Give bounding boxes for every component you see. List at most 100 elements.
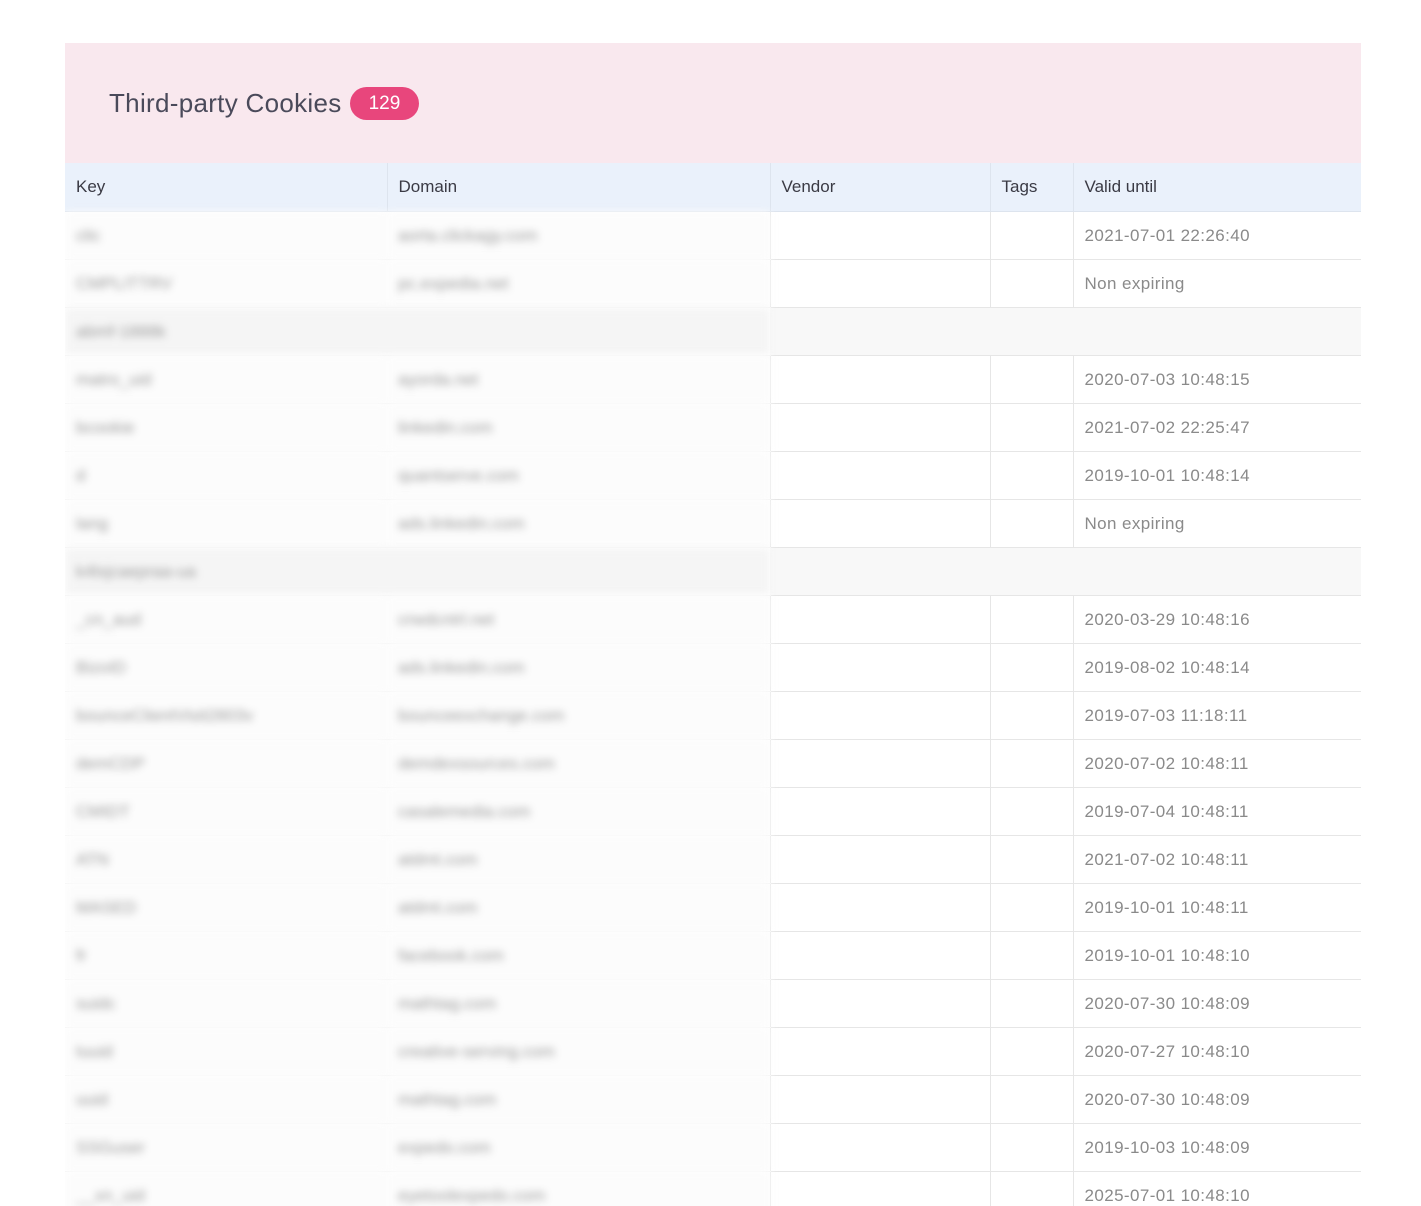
cookie-vendor-cell [769, 259, 990, 308]
cookie-key-cell: CMPLITTRV [65, 259, 387, 308]
cookie-valid-until-cell: 2020-03-29 10:48:16 [1072, 595, 1361, 644]
cookie-tags-cell [989, 499, 1073, 548]
cookie-vendor-cell [769, 931, 990, 980]
panel-header: Third-party Cookies 129 [65, 43, 1361, 163]
cookie-tags-cell [989, 451, 1073, 500]
table-row[interactable]: bounceClientVisit2803v bounceexchange.com… [65, 691, 1361, 740]
cookie-tags-cell [989, 835, 1073, 884]
cookie-valid-until-cell: 2019-08-02 10:48:14 [1072, 643, 1361, 692]
cookie-key-cell: uuid [65, 1075, 387, 1124]
cookie-tags-cell [989, 691, 1073, 740]
cookie-tags-cell [989, 979, 1073, 1028]
cookie-key-cell: MASED [65, 883, 387, 932]
cookie-vendor-cell [769, 643, 990, 692]
cookie-key-cell: ATN [65, 835, 387, 884]
table-row[interactable]: matro_uid ayorda.net 2020-07-03 10:48:15 [65, 355, 1361, 404]
cookie-valid-until-cell: 2025-07-01 10:48:10 [1072, 1171, 1361, 1206]
cookie-valid-until-cell: 2019-10-01 10:48:11 [1072, 883, 1361, 932]
cookie-valid-until-cell: Non expiring [1072, 259, 1361, 308]
cookie-key-cell: bounceClientVisit2803v [65, 691, 387, 740]
cookie-key-cell: demCDP [65, 739, 387, 788]
cookie-vendor-cell [769, 1123, 990, 1172]
cookie-vendor-cell [769, 499, 990, 548]
cookie-key-cell: SSGuser [65, 1123, 387, 1172]
cookie-domain-cell: facebook.com [387, 931, 770, 980]
cookie-valid-until-cell: 2021-07-02 22:25:47 [1072, 403, 1361, 452]
cookie-valid-until-cell: 2020-07-27 10:48:10 [1072, 1027, 1361, 1076]
cookie-vendor-cell [769, 979, 990, 1028]
column-header-tags[interactable]: Tags [990, 163, 1074, 212]
cookie-tags-cell [989, 259, 1073, 308]
cookie-key-cell: d [65, 451, 387, 500]
cookie-vendor-cell [769, 835, 990, 884]
group-row-spacer [770, 547, 1361, 596]
cookie-valid-until-cell: 2020-07-02 10:48:11 [1072, 739, 1361, 788]
table-row[interactable]: clic aorta.clickagy.com 2021-07-01 22:26:4… [65, 211, 1361, 260]
column-header-domain[interactable]: Domain [387, 163, 771, 212]
cookie-domain-cell: linkedin.com [387, 403, 770, 452]
table-row[interactable]: MASED atdmt.com 2019-10-01 10:48:11 [65, 883, 1361, 932]
cookie-domain-cell: ads.linkedin.com [387, 643, 770, 692]
group-row[interactable]: k4lxjcaepraa-ua [65, 547, 1361, 596]
cookie-key-cell: _cn_aud [65, 595, 387, 644]
cookie-valid-until-cell: 2019-10-01 10:48:14 [1072, 451, 1361, 500]
cookie-domain-cell: creative-serving.com [387, 1027, 770, 1076]
cookie-vendor-cell [769, 739, 990, 788]
table-row[interactable]: uuid mathtag.com 2020-07-30 10:48:09 [65, 1075, 1361, 1124]
cookie-vendor-cell [769, 1075, 990, 1124]
cookie-domain-cell: pc.expedia.net [387, 259, 770, 308]
table-row[interactable]: lang ads.linkedin.com Non expiring [65, 499, 1361, 548]
cookie-valid-until-cell: Non expiring [1072, 499, 1361, 548]
column-header-vendor[interactable]: Vendor [770, 163, 991, 212]
table-row[interactable]: CMPLITTRV pc.expedia.net Non expiring [65, 259, 1361, 308]
cookie-key-cell: BizoID [65, 643, 387, 692]
cookie-key-cell: clic [65, 211, 387, 260]
table-row[interactable]: tuuid creative-serving.com 2020-07-27 10:4… [65, 1027, 1361, 1076]
cookie-domain-cell: mathtag.com [387, 1075, 770, 1124]
cookie-valid-until-cell: 2019-07-03 11:18:11 [1072, 691, 1361, 740]
cookie-tags-cell [989, 739, 1073, 788]
cookie-tags-cell [989, 643, 1073, 692]
column-header-valid-until[interactable]: Valid until [1073, 163, 1361, 212]
cookie-key-cell: __xn_uid [65, 1171, 387, 1206]
cookie-tags-cell [989, 1027, 1073, 1076]
cookie-key-cell: lang [65, 499, 387, 548]
table-row[interactable]: CMIDT casalemedia.com 2019-07-04 10:48:11 [65, 787, 1361, 836]
cookie-domain-cell: ayorda.net [387, 355, 770, 404]
cookie-tags-cell [989, 1123, 1073, 1172]
table-row[interactable]: bcookie linkedin.com 2021-07-02 22:25:47 [65, 403, 1361, 452]
cookie-vendor-cell [769, 211, 990, 260]
cookie-domain-cell: crwdcntrl.net [387, 595, 770, 644]
cookie-valid-until-cell: 2019-07-04 10:48:11 [1072, 787, 1361, 836]
cookie-domain-cell: mathtag.com [387, 979, 770, 1028]
table-row[interactable]: d quantserve.com 2019-10-01 10:48:14 [65, 451, 1361, 500]
cookie-tags-cell [989, 211, 1073, 260]
cookie-vendor-cell [769, 883, 990, 932]
cookie-valid-until-cell: 2019-10-03 10:48:09 [1072, 1123, 1361, 1172]
cookie-tags-cell [989, 595, 1073, 644]
table-header-row: Key Domain Vendor Tags Valid until [65, 163, 1361, 212]
panel-title: Third-party Cookies [109, 87, 342, 118]
table-row[interactable]: fr facebook.com 2019-10-01 10:48:10 [65, 931, 1361, 980]
cookie-tags-cell [989, 883, 1073, 932]
cookie-key-cell: matro_uid [65, 355, 387, 404]
table-row[interactable]: _cn_aud crwdcntrl.net 2020-03-29 10:48:16 [65, 595, 1361, 644]
cookie-domain-cell: aorta.clickagy.com [387, 211, 770, 260]
cookie-key-cell: CMIDT [65, 787, 387, 836]
cookie-tags-cell [989, 403, 1073, 452]
cookie-domain-cell: quantserve.com [387, 451, 770, 500]
column-header-key[interactable]: Key [65, 163, 388, 212]
table-row[interactable]: demCDP demdexsources.com 2020-07-02 10:48:… [65, 739, 1361, 788]
table-row[interactable]: SSGuser expedo.com 2019-10-03 10:48:09 [65, 1123, 1361, 1172]
table-row[interactable]: BizoID ads.linkedin.com 2019-08-02 10:48:1… [65, 643, 1361, 692]
cookie-vendor-cell [769, 691, 990, 740]
cookie-vendor-cell [769, 787, 990, 836]
cookie-domain-cell: ads.linkedin.com [387, 499, 770, 548]
cookies-table: Key Domain Vendor Tags Valid until clic a… [65, 163, 1361, 1206]
table-row[interactable]: __xn_uid eyetoolexpedo.com 2025-07-01 10:4… [65, 1171, 1361, 1206]
cookie-tags-cell [989, 355, 1073, 404]
group-row[interactable]: abmf-1888k [65, 307, 1361, 356]
table-row[interactable]: suidc mathtag.com 2020-07-30 10:48:09 [65, 979, 1361, 1028]
table-row[interactable]: ATN atdmt.com 2021-07-02 10:48:11 [65, 835, 1361, 884]
cookie-vendor-cell [769, 595, 990, 644]
